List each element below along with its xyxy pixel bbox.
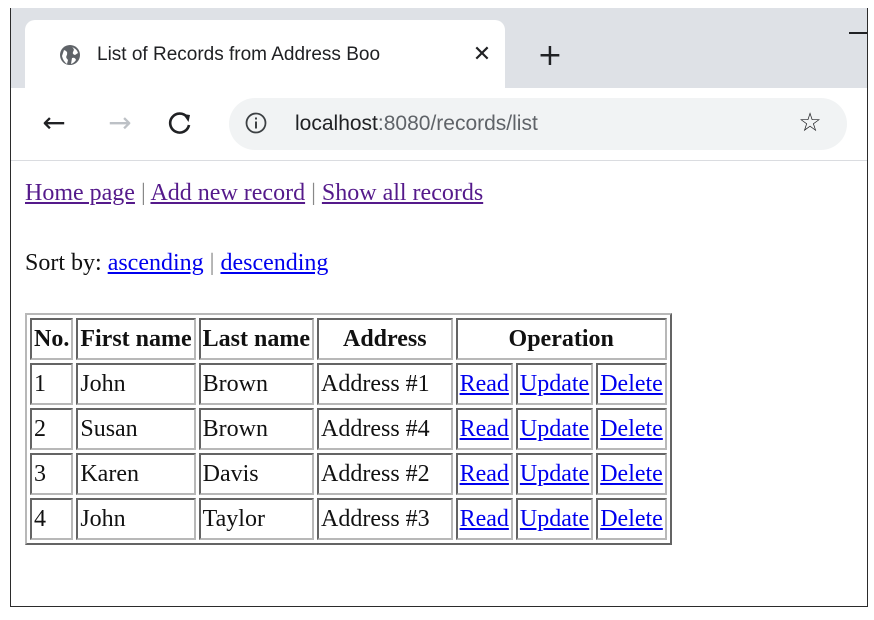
read-link[interactable]: Read	[460, 506, 509, 532]
update-link[interactable]: Update	[520, 461, 589, 487]
cell-no: 3	[30, 453, 74, 495]
read-link[interactable]: Read	[460, 461, 509, 487]
cell-read: Read	[455, 453, 513, 495]
records-table: No. First name Last name Address Operati…	[25, 313, 672, 545]
header-no: No.	[30, 318, 74, 360]
cell-read: Read	[455, 498, 513, 540]
home-page-link[interactable]: Home page	[25, 180, 135, 206]
cell-delete: Delete	[596, 453, 667, 495]
cell-address: Address #1	[317, 363, 453, 405]
update-link[interactable]: Update	[520, 371, 589, 397]
cell-delete: Delete	[596, 408, 667, 450]
cell-delete: Delete	[596, 363, 667, 405]
forward-arrow-icon[interactable]: →	[103, 106, 137, 140]
cell-no: 2	[30, 408, 74, 450]
read-link[interactable]: Read	[460, 371, 509, 397]
update-link[interactable]: Update	[520, 416, 589, 442]
url-host: localhost	[295, 112, 378, 135]
sort-descending-link[interactable]: descending	[220, 250, 328, 276]
new-tab-button[interactable]: +	[535, 41, 565, 72]
cell-no: 4	[30, 498, 74, 540]
cell-last-name: Taylor	[198, 498, 314, 540]
tab-strip: List of Records from Address Boo ✕ +	[11, 8, 867, 88]
add-new-record-link[interactable]: Add new record	[150, 180, 305, 206]
cell-last-name: Brown	[198, 408, 314, 450]
table-row: 1 John Brown Address #1 Read Update Dele…	[30, 363, 667, 405]
delete-link[interactable]: Delete	[600, 416, 663, 442]
browser-tab[interactable]: List of Records from Address Boo ✕	[25, 20, 505, 88]
delete-link[interactable]: Delete	[600, 461, 663, 487]
cell-delete: Delete	[596, 498, 667, 540]
cell-address: Address #2	[317, 453, 453, 495]
info-icon[interactable]	[245, 112, 267, 134]
table-row: 2 Susan Brown Address #4 Read Update Del…	[30, 408, 667, 450]
cell-first-name: John	[76, 363, 196, 405]
sort-ascending-link[interactable]: ascending	[108, 250, 204, 276]
minimize-icon[interactable]	[849, 32, 867, 34]
table-header-row: No. First name Last name Address Operati…	[30, 318, 667, 360]
cell-first-name: Karen	[76, 453, 196, 495]
tab-title: List of Records from Address Boo	[97, 44, 381, 65]
cell-update: Update	[515, 498, 594, 540]
reload-icon[interactable]	[163, 106, 197, 140]
cell-address: Address #4	[317, 408, 453, 450]
cell-update: Update	[515, 408, 594, 450]
cell-update: Update	[515, 453, 594, 495]
header-first-name: First name	[76, 318, 196, 360]
table-row: 4 John Taylor Address #3 Read Update Del…	[30, 498, 667, 540]
cell-first-name: John	[76, 498, 196, 540]
bookmark-star-icon[interactable]: ☆	[795, 107, 825, 139]
header-last-name: Last name	[198, 318, 314, 360]
page-content: Home page | Add new record | Show all re…	[11, 161, 867, 606]
cell-read: Read	[455, 408, 513, 450]
cell-first-name: Susan	[76, 408, 196, 450]
nav-separator: |	[140, 180, 146, 206]
top-nav-links: Home page | Add new record | Show all re…	[25, 177, 483, 209]
cell-update: Update	[515, 363, 594, 405]
sort-separator: |	[209, 250, 215, 276]
browser-window: List of Records from Address Boo ✕ + ← →…	[10, 8, 868, 607]
cell-no: 1	[30, 363, 74, 405]
show-all-records-link[interactable]: Show all records	[322, 180, 483, 206]
delete-link[interactable]: Delete	[600, 506, 663, 532]
globe-icon	[60, 45, 80, 65]
browser-toolbar: ← → localhost:8080/records/list ☆	[11, 88, 867, 161]
cell-read: Read	[455, 363, 513, 405]
url-path: :8080/records/list	[377, 112, 538, 135]
address-bar[interactable]: localhost:8080/records/list ☆	[229, 98, 847, 150]
back-arrow-icon[interactable]: ←	[37, 106, 71, 140]
delete-link[interactable]: Delete	[600, 371, 663, 397]
header-address: Address	[317, 318, 453, 360]
cell-address: Address #3	[317, 498, 453, 540]
cell-last-name: Davis	[198, 453, 314, 495]
nav-separator: |	[311, 180, 316, 206]
read-link[interactable]: Read	[460, 416, 509, 442]
update-link[interactable]: Update	[520, 506, 589, 532]
table-row: 3 Karen Davis Address #2 Read Update Del…	[30, 453, 667, 495]
cell-last-name: Brown	[198, 363, 314, 405]
sort-controls: Sort by: ascending | descending	[25, 247, 328, 279]
sort-label: Sort by:	[25, 250, 102, 276]
url-text[interactable]: localhost:8080/records/list	[295, 109, 538, 139]
header-operation: Operation	[455, 318, 667, 360]
close-tab-icon[interactable]: ✕	[469, 42, 495, 68]
